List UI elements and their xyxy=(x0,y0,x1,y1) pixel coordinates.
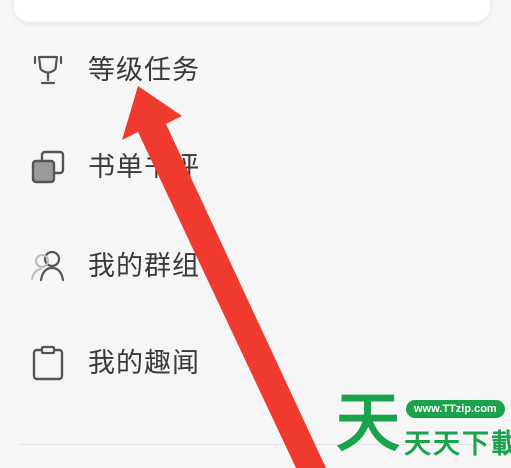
menu-item-label: 书单书评 xyxy=(88,151,200,183)
page: 等级任务 书单书评 我的群组 我的趣闻 天 www.TTzip.com 天天下載 xyxy=(0,0,511,468)
watermark-url: www.TTzip.com xyxy=(406,400,505,418)
group-icon xyxy=(28,246,68,286)
watermark-big-char: 天 xyxy=(336,387,400,461)
trophy-icon xyxy=(28,50,68,90)
menu-item-label: 等级任务 xyxy=(88,54,200,86)
watermark-text: 天天下載 xyxy=(404,429,511,460)
booklist-icon xyxy=(28,147,68,187)
menu-item-label: 我的群组 xyxy=(88,250,200,282)
clipboard-icon xyxy=(28,343,68,383)
menu-item-booklists[interactable]: 书单书评 xyxy=(0,127,511,207)
watermark-logo: 天 www.TTzip.com 天天下載 xyxy=(336,392,511,468)
top-card xyxy=(14,0,490,22)
menu-item-my-anecdotes[interactable]: 我的趣闻 xyxy=(0,323,511,403)
menu-item-my-groups[interactable]: 我的群组 xyxy=(0,226,511,306)
menu-item-level-tasks[interactable]: 等级任务 xyxy=(0,30,511,110)
menu-item-label: 我的趣闻 xyxy=(88,347,200,379)
